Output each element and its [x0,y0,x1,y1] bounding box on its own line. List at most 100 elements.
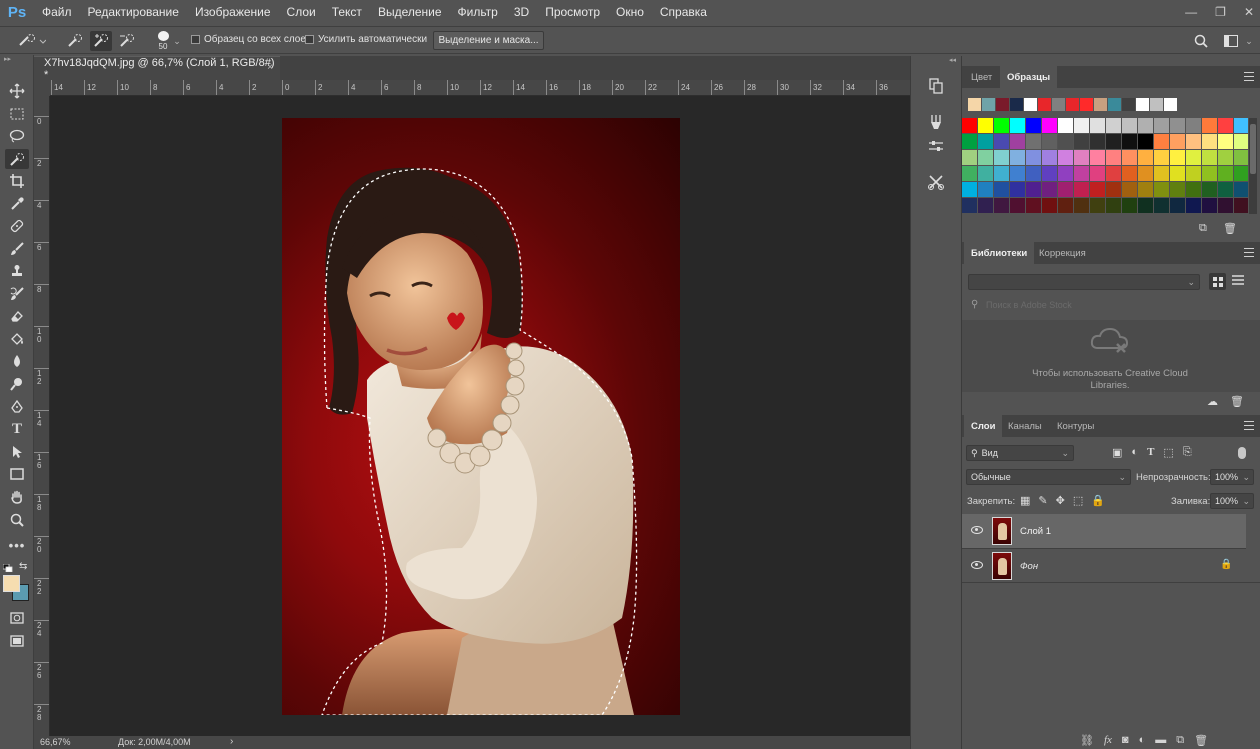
swatch[interactable] [1234,134,1248,149]
panel-menu-icon[interactable] [1244,72,1254,81]
swatch[interactable] [962,134,977,149]
swatch[interactable] [1202,182,1217,197]
brush-tool-icon[interactable] [5,239,29,259]
swatch[interactable] [1170,134,1185,149]
swatch[interactable] [1218,166,1233,181]
close-window-button[interactable]: ✕ [1244,5,1254,19]
menu-item[interactable]: Справка [652,0,715,24]
type-filter-icon[interactable]: T [1147,446,1154,459]
swatch[interactable] [1106,118,1121,133]
swatch[interactable] [1154,118,1169,133]
eyedropper-tool-icon[interactable] [5,194,29,214]
swatch[interactable] [1122,118,1137,133]
layer-filter-select[interactable]: ⚲ Вид ⌄ [966,445,1074,461]
dodge-tool-icon[interactable] [5,374,29,394]
swatch[interactable] [1042,166,1057,181]
tab-libraries[interactable]: Библиотеки [964,242,1035,264]
tool-preset-picker[interactable] [14,31,48,51]
swatch[interactable] [1186,182,1201,197]
swatch[interactable] [1094,98,1107,111]
swatch[interactable] [1080,98,1093,111]
chevron-down-icon[interactable]: ⌄ [1243,31,1255,51]
cloud-sync-icon[interactable]: ☁ [1207,395,1218,408]
select-and-mask-button[interactable]: Выделение и маска... [433,31,544,50]
swatch[interactable] [1122,150,1137,165]
layer-mask-icon[interactable]: ◙ [1122,734,1129,747]
swatch[interactable] [1154,134,1169,149]
swatch[interactable] [1010,198,1025,213]
swatch[interactable] [1058,150,1073,165]
swatch[interactable] [1186,118,1201,133]
swatch[interactable] [1106,182,1121,197]
layer-name[interactable]: Фон [1020,561,1038,572]
swatch[interactable] [1154,150,1169,165]
tab-paths[interactable]: Контуры [1050,415,1101,437]
clone-stamp-tool-icon[interactable] [5,261,29,281]
swatch[interactable] [1122,134,1137,149]
swatch[interactable] [1202,150,1217,165]
list-view-icon[interactable] [1232,274,1244,289]
swatch[interactable] [1154,166,1169,181]
swatch[interactable] [1122,98,1135,111]
blur-tool-icon[interactable] [5,351,29,371]
swatch[interactable] [1042,182,1057,197]
swatch[interactable] [1218,118,1233,133]
swatch[interactable] [1122,182,1137,197]
swatch[interactable] [994,198,1009,213]
swatch[interactable] [1026,150,1041,165]
blend-mode-select[interactable]: Обычные ⌄ [966,469,1131,485]
swatch[interactable] [1042,150,1057,165]
panel-menu-icon[interactable] [1244,248,1254,257]
swatch[interactable] [1186,198,1201,213]
visibility-eye-icon[interactable] [971,526,983,534]
status-menu-arrow-icon[interactable]: › [230,736,233,747]
swatch[interactable] [1108,98,1121,111]
swatch[interactable] [1202,198,1217,213]
swatch[interactable] [1170,182,1185,197]
swatch[interactable] [1074,166,1089,181]
swatch[interactable] [1052,98,1065,111]
lock-transparency-icon[interactable]: ▦ [1020,494,1030,507]
menu-item[interactable]: Фильтр [450,0,506,24]
swatch[interactable] [994,166,1009,181]
screen-mode-icon[interactable] [5,631,29,651]
swatch[interactable] [1170,198,1185,213]
swatch[interactable] [1038,98,1051,111]
swatch[interactable] [1186,150,1201,165]
swatch[interactable] [1010,182,1025,197]
swatch[interactable] [1186,166,1201,181]
swatch[interactable] [1138,134,1153,149]
workspace-icon[interactable] [1220,31,1242,51]
menu-item[interactable]: Файл [34,0,80,24]
swatch[interactable] [1138,198,1153,213]
link-layers-icon[interactable]: ⛓ [1080,734,1094,747]
healing-brush-tool-icon[interactable] [5,216,29,236]
path-selection-tool-icon[interactable] [5,442,29,462]
pen-tool-icon[interactable] [5,397,29,417]
swatch[interactable] [1218,134,1233,149]
close-document-icon[interactable]: × [267,62,273,73]
chevron-down-icon[interactable]: ⌄ [172,31,182,51]
swatch[interactable] [978,166,993,181]
swatch[interactable] [978,198,993,213]
swatch[interactable] [1058,166,1073,181]
stock-search[interactable]: ⚲ Поиск в Adobe Stock [968,297,1254,314]
swatch[interactable] [1136,98,1149,111]
tab-adjustments[interactable]: Коррекция [1032,242,1093,264]
lock-pixels-icon[interactable]: ✎ [1038,494,1047,507]
swatch[interactable] [1202,118,1217,133]
swatch[interactable] [978,182,993,197]
swatch[interactable] [1218,150,1233,165]
menu-item[interactable]: Слои [279,0,324,24]
menu-item[interactable]: 3D [506,0,537,24]
tab-layers[interactable]: Слои [964,415,1003,437]
swatch[interactable] [968,98,981,111]
swatch[interactable] [1164,98,1177,111]
zoom-level[interactable]: 66,67% [40,737,71,747]
quick-selection-tool-icon[interactable] [5,149,29,169]
swatch[interactable] [1010,166,1025,181]
auto-enhance-checkbox[interactable]: Усилить автоматически [305,34,427,45]
zoom-tool-icon[interactable] [5,510,29,530]
swatch[interactable] [1026,182,1041,197]
rectangle-tool-icon[interactable] [5,464,29,484]
